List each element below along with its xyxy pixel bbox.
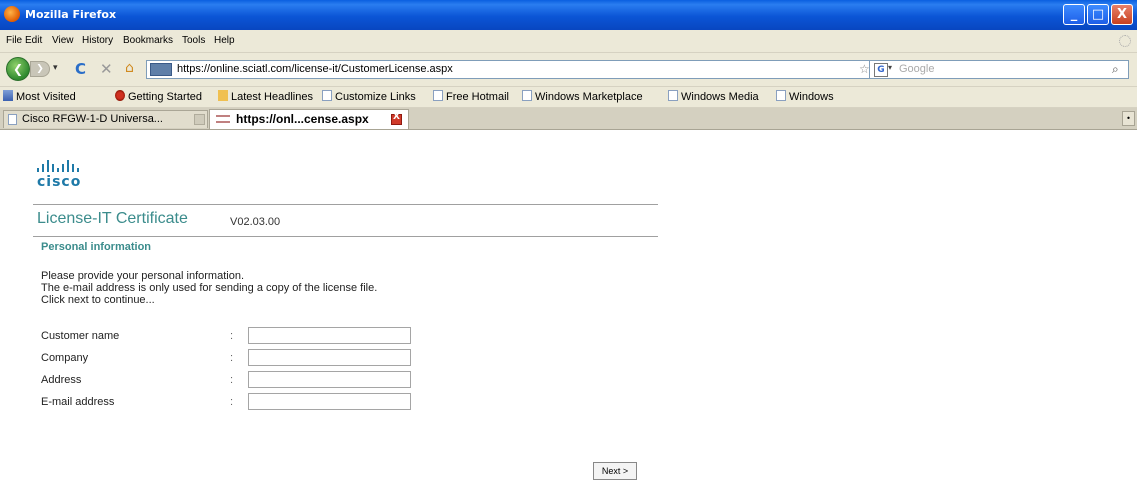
search-placeholder[interactable]: Google <box>899 63 934 75</box>
page-icon <box>322 90 332 101</box>
field-colon: : <box>230 396 234 408</box>
bookmark-windows-media[interactable]: Windows Media <box>668 90 759 103</box>
home-icon[interactable]: ⌂ <box>125 60 134 76</box>
page-icon <box>522 90 532 101</box>
back-arrow-icon: ❮ <box>12 62 24 76</box>
intro-line-1: Please provide your personal information… <box>41 270 245 282</box>
company-field[interactable] <box>248 349 411 366</box>
bookmarks-toolbar: Most Visited Getting Started Latest Head… <box>0 87 1137 108</box>
bookmark-getting-started[interactable]: Getting Started <box>115 90 202 103</box>
minimize-button[interactable]: _ <box>1063 4 1085 25</box>
address-url-text[interactable]: https://online.sciatl.com/license-it/Cus… <box>177 63 453 75</box>
email-label: E-mail address <box>41 396 115 408</box>
section-title: Personal information <box>41 241 152 253</box>
google-icon[interactable]: G <box>874 63 888 77</box>
menu-bar: File Edit View History Bookmarks Tools H… <box>0 30 1137 53</box>
loading-page-icon <box>216 115 230 123</box>
reload-icon[interactable]: C <box>75 60 86 78</box>
menu-bookmarks[interactable]: Bookmarks <box>123 35 173 46</box>
address-field[interactable] <box>248 371 411 388</box>
bookmark-latest-headlines[interactable]: Latest Headlines <box>218 90 313 103</box>
bookmark-label: Free Hotmail <box>446 91 509 103</box>
intro-line-3: Click next to continue... <box>41 294 155 306</box>
forward-button[interactable]: ❯ <box>30 61 50 77</box>
history-dropdown-icon[interactable]: ▾ <box>53 63 58 73</box>
page-title: License-IT Certificate <box>37 210 188 227</box>
magnifier-icon[interactable]: ⌕ <box>1112 62 1119 77</box>
menu-history[interactable]: History <box>82 35 113 46</box>
forward-arrow-icon: ❯ <box>36 64 44 74</box>
stop-icon[interactable]: ✕ <box>100 60 113 78</box>
menu-tools[interactable]: Tools <box>182 35 205 46</box>
bookmark-windows[interactable]: Windows <box>776 90 834 103</box>
most-visited-icon <box>3 90 13 101</box>
bookmark-most-visited[interactable]: Most Visited <box>3 90 76 103</box>
page-icon <box>8 114 17 125</box>
minimize-icon: _ <box>1070 7 1078 22</box>
tab-cisco-rfgw[interactable]: Cisco RFGW-1-D Universa... <box>3 110 208 128</box>
bookmark-label: Windows Marketplace <box>535 91 643 103</box>
menu-help[interactable]: Help <box>214 35 235 46</box>
window-titlebar: Mozilla Firefox _ □ X <box>0 0 1137 30</box>
live-feed-icon <box>218 90 228 101</box>
menu-view[interactable]: View <box>52 35 74 46</box>
field-colon: : <box>230 374 234 386</box>
bookmark-free-hotmail[interactable]: Free Hotmail <box>433 90 509 103</box>
tab-close-icon[interactable] <box>194 114 205 125</box>
tab-label: https://onl...cense.aspx <box>236 112 369 126</box>
close-icon: X <box>1116 7 1128 22</box>
bookmark-label: Latest Headlines <box>231 91 313 103</box>
address-label: Address <box>41 374 82 386</box>
divider-top <box>33 204 658 205</box>
field-colon: : <box>230 330 234 342</box>
page-icon <box>776 90 786 101</box>
close-button[interactable]: X <box>1111 4 1133 25</box>
cisco-logo: cisco <box>37 158 107 194</box>
version-label: V02.03.00 <box>230 216 281 228</box>
close-icon: X <box>393 112 400 122</box>
page-content: cisco License-IT Certificate V02.03.00 P… <box>0 130 1137 487</box>
tab-list-button[interactable]: • <box>1122 111 1135 126</box>
bookmark-label: Windows <box>789 91 834 103</box>
intro-line-2: The e-mail address is only used for send… <box>41 282 378 294</box>
company-label: Company <box>41 352 89 364</box>
customer-name-field[interactable] <box>248 327 411 344</box>
activity-throbber-icon <box>1119 35 1131 47</box>
bookmark-label: Getting Started <box>128 91 202 103</box>
navigation-toolbar: ❮ ❯ ▾ C ✕ ⌂ https://online.sciatl.com/li… <box>0 53 1137 87</box>
page-icon <box>433 90 443 101</box>
tab-label: Cisco RFGW-1-D Universa... <box>22 113 163 125</box>
bookmark-label: Windows Media <box>681 91 759 103</box>
menu-file[interactable]: File <box>6 35 22 46</box>
site-identity-icon[interactable] <box>150 63 172 76</box>
bookmark-customize-links[interactable]: Customize Links <box>322 90 416 103</box>
email-field[interactable] <box>248 393 411 410</box>
maximize-button[interactable]: □ <box>1087 4 1109 25</box>
bookmark-windows-marketplace[interactable]: Windows Marketplace <box>522 90 643 103</box>
firefox-bookmark-icon <box>115 90 125 101</box>
bookmark-label: Most Visited <box>16 91 76 103</box>
cisco-wordmark: cisco <box>37 174 82 190</box>
next-button[interactable]: Next > <box>593 462 637 480</box>
customer-name-label: Customer name <box>41 330 120 342</box>
tab-customer-license[interactable]: https://onl...cense.aspx X <box>209 109 409 129</box>
bookmark-label: Customize Links <box>335 91 416 103</box>
tab-close-icon[interactable]: X <box>391 112 402 125</box>
window-title: Mozilla Firefox <box>25 8 117 21</box>
search-box[interactable]: G ▾ Google ⌕ <box>869 60 1129 79</box>
back-button[interactable]: ❮ <box>6 57 30 81</box>
divider-bottom <box>33 236 658 237</box>
search-engine-dropdown-icon[interactable]: ▾ <box>888 63 892 72</box>
maximize-icon: □ <box>1091 7 1105 22</box>
tab-list-icon: • <box>1126 114 1131 123</box>
firefox-icon <box>4 6 20 22</box>
page-icon <box>668 90 678 101</box>
tab-bar: Cisco RFGW-1-D Universa... https://onl..… <box>0 108 1137 130</box>
field-colon: : <box>230 352 234 364</box>
menu-edit[interactable]: Edit <box>25 35 42 46</box>
